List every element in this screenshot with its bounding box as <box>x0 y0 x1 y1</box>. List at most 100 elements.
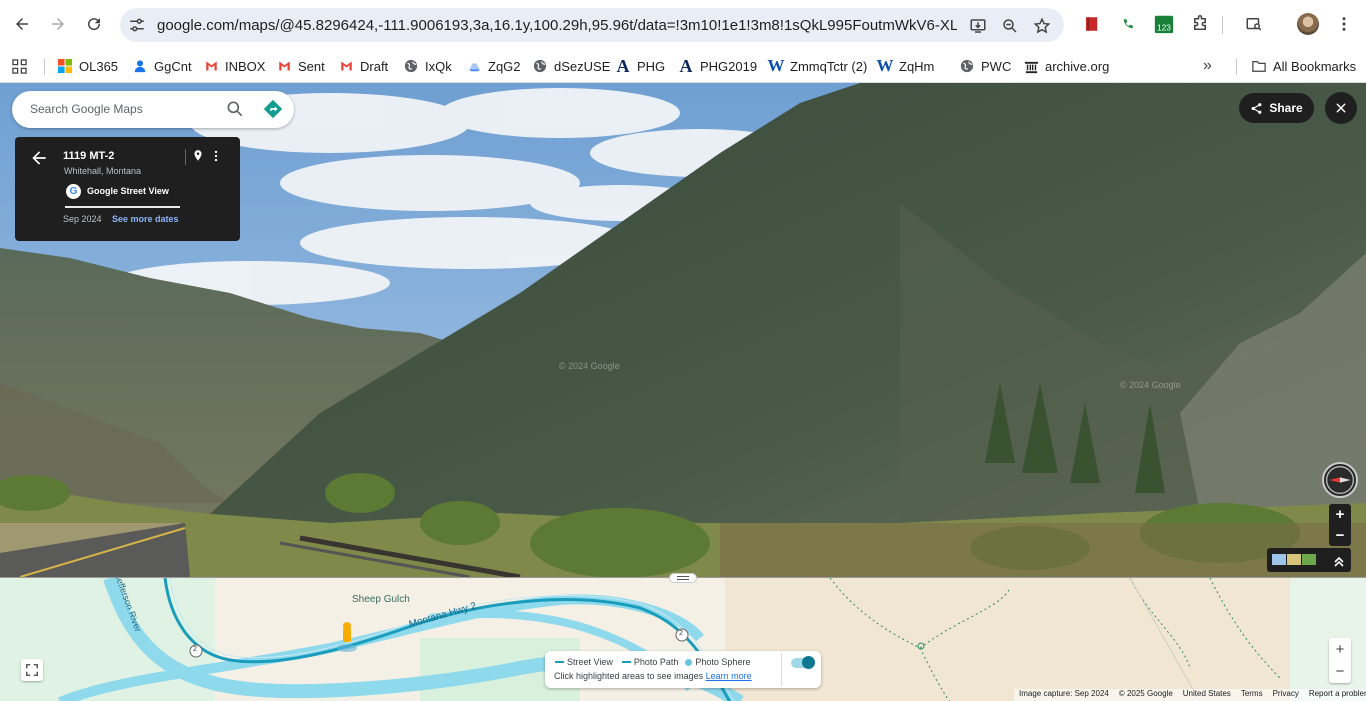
extension-calendar-icon[interactable]: 123 <box>1152 12 1176 36</box>
map-fullscreen-button[interactable] <box>21 659 43 681</box>
fullscreen-icon <box>26 664 38 676</box>
arrow-right-icon <box>52 18 64 30</box>
kebab-menu-icon[interactable] <box>1332 12 1356 36</box>
bookmark-zqg2[interactable]: ZqG2 <box>466 54 521 78</box>
image-capture-text: Image capture: Sep 2024 <box>1019 689 1109 698</box>
legend-row: Street View Photo Path Photo Sphere <box>555 657 750 667</box>
globe-icon <box>532 58 548 74</box>
compass-control[interactable] <box>1322 462 1358 498</box>
bookmark-label: IxQk <box>425 58 452 74</box>
street-view-source: G Google Street View <box>66 183 169 199</box>
privacy-link[interactable]: Privacy <box>1273 689 1299 701</box>
apps-grid-icon <box>12 58 27 74</box>
forward-button[interactable] <box>44 10 72 38</box>
bookmark-label: PHG <box>637 58 666 74</box>
address-bar[interactable]: google.com/maps/@45.8296424,-111.9006193… <box>120 8 1064 42</box>
bookmark-phg2019[interactable]: A PHG2019 <box>678 54 758 78</box>
extension-phone-icon[interactable] <box>1116 12 1140 36</box>
layers-control[interactable] <box>1267 548 1351 572</box>
tab-search-icon[interactable] <box>1242 12 1266 36</box>
extensions-puzzle-icon[interactable] <box>1188 12 1212 36</box>
profile-avatar[interactable] <box>1297 13 1319 35</box>
legend-divider <box>781 653 782 686</box>
map-zoom-in-button[interactable]: + <box>1329 638 1351 660</box>
legend-photo-sphere: Photo Sphere <box>695 657 751 667</box>
close-icon <box>1336 103 1346 113</box>
apps-grid-button[interactable] <box>12 54 27 78</box>
address-title: 1119 MT-2 <box>63 150 115 162</box>
see-more-dates-link[interactable]: See more dates <box>112 214 179 224</box>
region-link[interactable]: United States <box>1183 689 1231 701</box>
arrow-left-icon <box>16 18 28 30</box>
bookmark-pwc[interactable]: PWC <box>959 54 1011 78</box>
zoom-in-button[interactable]: + <box>1329 504 1351 525</box>
folder-icon <box>1251 58 1267 74</box>
compass-icon <box>1326 466 1354 494</box>
more-options-icon[interactable] <box>209 148 223 164</box>
google-logo-icon: G <box>66 183 81 199</box>
learn-more-link[interactable]: Learn more <box>706 671 752 681</box>
bookmark-ixqk[interactable]: IxQk <box>403 54 452 78</box>
bookmark-draft[interactable]: Draft <box>338 54 388 78</box>
all-bookmarks-label: All Bookmarks <box>1273 58 1357 74</box>
capture-date: Sep 2024 <box>63 214 102 224</box>
layers-thumbnails-icon <box>1272 554 1344 567</box>
bookmark-archive-org[interactable]: archive.org <box>1023 54 1109 78</box>
zoom-icon[interactable] <box>1000 16 1020 36</box>
bookmark-label: GgCnt <box>154 58 192 74</box>
drive-icon <box>466 58 482 74</box>
legend-street-view: Street View <box>567 657 613 667</box>
share-button[interactable]: Share <box>1239 93 1314 123</box>
terms-link[interactable]: Terms <box>1241 689 1263 701</box>
street-view-line-icon <box>555 661 564 663</box>
map-resize-handle[interactable] <box>669 573 697 583</box>
bookmarks-divider <box>44 59 45 75</box>
bookmark-sent[interactable]: Sent <box>276 54 325 78</box>
a-icon: A <box>616 55 630 76</box>
search-icon[interactable] <box>225 99 245 119</box>
zoom-out-button[interactable]: − <box>1329 525 1351 546</box>
reload-button[interactable] <box>80 10 108 38</box>
legend-hint: Click highlighted areas to see images Le… <box>554 671 752 681</box>
bookmark-zqhm[interactable]: W ZqHm <box>877 54 935 78</box>
report-problem-link[interactable]: Report a problem <box>1309 689 1366 701</box>
copyright-text: © 2025 Google <box>1118 689 1173 698</box>
install-app-icon[interactable] <box>968 16 988 36</box>
back-button[interactable] <box>8 10 36 38</box>
map-zoom-out-button[interactable]: − <box>1329 660 1351 682</box>
map-pin-icon[interactable] <box>191 148 205 164</box>
shield-number: 2 <box>679 630 683 637</box>
card-divider <box>185 149 186 165</box>
bookmark-inbox[interactable]: INBOX <box>203 54 265 78</box>
contacts-icon <box>132 58 148 74</box>
bookmark-star-icon[interactable] <box>1032 16 1052 36</box>
close-button[interactable] <box>1325 92 1357 124</box>
share-icon <box>1251 102 1262 114</box>
site-settings-icon[interactable] <box>128 16 146 34</box>
url-text[interactable]: google.com/maps/@45.8296424,-111.9006193… <box>157 17 957 34</box>
bookmark-phg[interactable]: A PHG <box>615 54 666 78</box>
globe-icon <box>959 58 975 74</box>
bookmark-ol365[interactable]: OL365 <box>57 54 118 78</box>
google-watermark: © 2024 Google <box>1120 380 1181 390</box>
bookmark-label: ZqG2 <box>488 58 521 74</box>
extension-book-icon[interactable] <box>1080 12 1104 36</box>
map-footer: Image capture: Sep 2024 © 2025 Google Un… <box>1014 689 1366 701</box>
more-bookmarks-chevron-icon[interactable]: » <box>1203 54 1212 78</box>
all-bookmarks-button[interactable]: All Bookmarks <box>1251 54 1356 78</box>
locality-text: Whitehall, Montana <box>64 166 142 176</box>
bookmark-label: archive.org <box>1045 58 1110 74</box>
street-view-panorama[interactable]: © 2024 Google © 2024 Google Search Googl… <box>0 83 1366 577</box>
search-box[interactable]: Search Google Maps <box>12 91 294 128</box>
bookmark-zmmqtctr[interactable]: W ZmmqTctr (2) <box>768 54 868 78</box>
back-arrow-icon[interactable] <box>29 148 49 168</box>
extension-badge-text: 123 <box>1157 23 1171 32</box>
bookmark-dsezuse[interactable]: dSezUSE <box>532 54 610 78</box>
directions-icon[interactable] <box>262 98 284 120</box>
bookmark-label: Sent <box>298 58 325 74</box>
bookmark-ggcnt[interactable]: GgCnt <box>132 54 192 78</box>
gmail-icon <box>338 58 354 74</box>
bookmarks-bar: OL365 GgCnt INBOX Sent Draft IxQk ZqG2 d… <box>0 49 1366 83</box>
street-view-layer-toggle[interactable] <box>791 656 815 669</box>
search-input[interactable]: Search Google Maps <box>30 102 143 116</box>
